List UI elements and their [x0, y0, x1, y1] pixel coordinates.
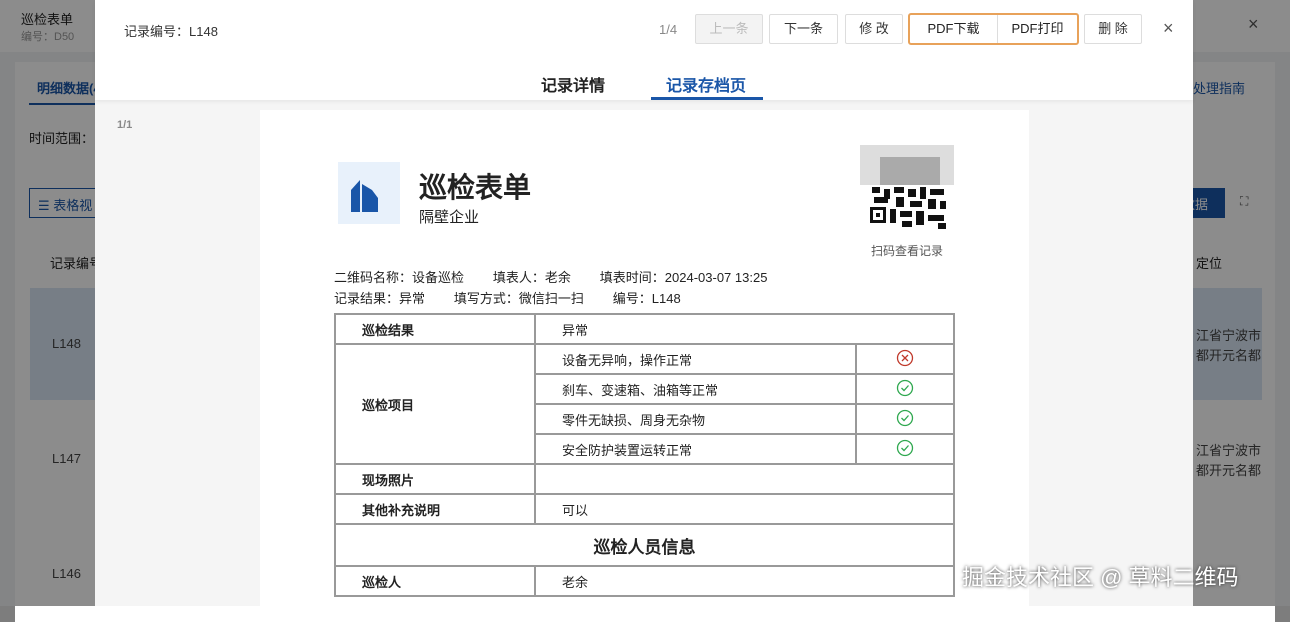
result-key: 巡检结果	[334, 313, 536, 345]
note-key: 其他补充说明	[334, 493, 536, 525]
pdf-download-button[interactable]: PDF下载	[910, 15, 998, 43]
archive-page: 巡检表单 隔壁企业 扫码查看记录 二维码名称：设备巡检 填表人：老余 填表时间：…	[260, 110, 1029, 610]
item-text: 安全防护装置运转正常	[534, 433, 857, 465]
item-text: 刹车、变速箱、油箱等正常	[534, 373, 857, 405]
company-logo-icon	[338, 162, 400, 224]
tab-record-details[interactable]: 记录详情	[541, 72, 605, 96]
qr-code-icon	[860, 145, 954, 233]
check-icon	[855, 403, 955, 435]
qr-label: 扫码查看记录	[871, 244, 944, 258]
next-button[interactable]: 下一条	[769, 14, 838, 44]
inspector-key: 巡检人	[334, 565, 536, 597]
photo-value	[534, 463, 955, 495]
items-key: 巡检项目	[334, 343, 536, 465]
item-text: 设备无异响，操作正常	[534, 343, 857, 375]
result-value: 异常	[534, 313, 955, 345]
meta-line-1: 二维码名称：设备巡检 填表人：老余 填表时间：2024-03-07 13:25	[334, 270, 768, 285]
pdf-print-button[interactable]: PDF打印	[998, 15, 1077, 43]
company-name: 隔壁企业	[419, 209, 480, 226]
section-heading: 巡检人员信息	[334, 523, 955, 567]
inspector-value: 老余	[534, 565, 955, 597]
page-count: 1/1	[117, 119, 133, 131]
pager-count: 1/4	[659, 22, 678, 37]
form-title: 巡检表单	[419, 172, 532, 203]
tab-record-archive[interactable]: 记录存档页	[666, 72, 746, 96]
prev-button[interactable]: 上一条	[695, 14, 763, 44]
watermark: 掘金技术社区 @ 草料二维码	[962, 565, 1239, 590]
check-icon	[855, 433, 955, 465]
meta-line-2: 记录结果：异常 填写方式：微信扫一扫 编号：L148	[334, 291, 681, 306]
record-number: 记录编号：L148	[124, 24, 218, 39]
photo-key: 现场照片	[334, 463, 536, 495]
check-icon	[855, 373, 955, 405]
pdf-button-group: PDF下载 PDF打印	[908, 13, 1079, 45]
fail-icon	[855, 343, 955, 375]
edit-button[interactable]: 修 改	[845, 14, 903, 44]
record-modal: 记录编号：L148 1/4 上一条 下一条 修 改 PDF下载 PDF打印 删 …	[95, 0, 1193, 610]
note-value: 可以	[534, 493, 955, 525]
delete-button[interactable]: 删 除	[1084, 14, 1142, 44]
item-text: 零件无缺损、周身无杂物	[534, 403, 857, 435]
close-icon[interactable]: ×	[1163, 18, 1174, 39]
inspection-table: 巡检结果 异常 巡检项目 设备无异响，操作正常 刹车、变速箱、油箱等正常 零件无缺损…	[334, 313, 955, 597]
